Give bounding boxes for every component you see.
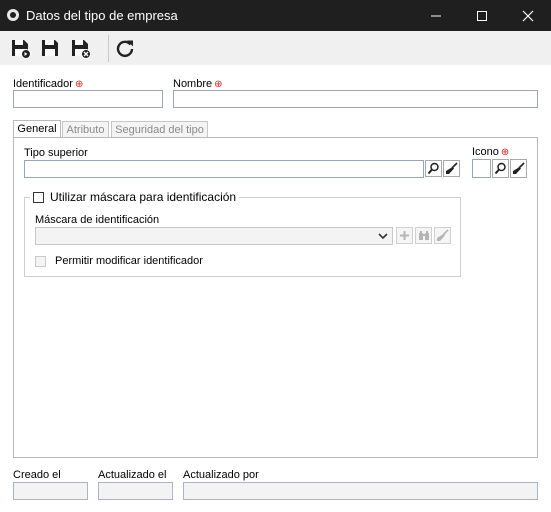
refresh-button[interactable]	[113, 36, 137, 60]
broom-icon	[446, 162, 458, 174]
broom-icon	[437, 229, 449, 241]
required-icon: ⊕	[214, 79, 223, 90]
icon-preview[interactable]	[472, 159, 491, 178]
required-icon: ⊕	[74, 79, 84, 90]
allow-modify-row: Permitir modificar identificador	[35, 255, 203, 267]
updated-by-input	[183, 482, 538, 500]
tipo-superior-search-button[interactable]	[425, 160, 442, 177]
tab-seguridad-del-tipo[interactable]: Seguridad del tipo	[111, 121, 208, 137]
allow-modify-checkbox[interactable]	[35, 255, 46, 267]
broom-icon	[513, 162, 525, 174]
mask-checkbox-label: Utilizar máscara para identificación	[50, 190, 237, 204]
save-and-close-button[interactable]	[68, 36, 92, 60]
window-title: Datos del tipo de empresa	[26, 8, 178, 23]
floppy-plus-icon	[12, 40, 31, 59]
updated-input	[98, 482, 173, 500]
search-icon	[427, 162, 439, 175]
created-label: Creado el	[13, 469, 61, 481]
toolbar-separator	[108, 35, 109, 62]
toolbar	[0, 31, 551, 65]
icono-search-button[interactable]	[492, 159, 509, 178]
close-button[interactable]	[505, 0, 551, 31]
floppy-icon	[42, 40, 58, 56]
maximize-button[interactable]	[459, 0, 505, 31]
close-icon	[522, 10, 534, 21]
tab-panel-general	[13, 137, 538, 458]
minimize-button[interactable]	[413, 0, 459, 31]
app-globe-icon	[7, 9, 19, 21]
nombre-input[interactable]	[173, 90, 538, 108]
created-input	[13, 482, 88, 500]
required-icon: ⊕	[500, 147, 510, 158]
tipo-superior-input[interactable]	[24, 160, 424, 178]
allow-modify-label: Permitir modificar identificador	[55, 255, 203, 267]
save-button[interactable]	[38, 36, 62, 60]
minimize-icon	[431, 15, 441, 16]
binoculars-icon	[418, 231, 429, 240]
tab-general[interactable]: General	[13, 120, 61, 138]
tipo-superior-label: Tipo superior	[24, 147, 88, 159]
floppy-close-icon	[72, 40, 91, 59]
mask-field-label: Máscara de identificación	[35, 214, 160, 226]
save-and-new-button[interactable]	[8, 36, 32, 60]
plus-icon	[400, 231, 409, 240]
search-icon	[494, 162, 506, 175]
icono-label: Icono ⊕	[472, 146, 510, 158]
icono-clear-button[interactable]	[510, 159, 527, 178]
mask-legend: Utilizar máscara para identificación	[30, 189, 240, 205]
mask-binoculars-button[interactable]	[415, 227, 432, 244]
identificador-label: Identificador ⊕	[13, 78, 84, 90]
refresh-icon	[116, 40, 134, 58]
mask-clear-button[interactable]	[434, 227, 451, 244]
nombre-label: Nombre ⊕	[173, 78, 223, 90]
mask-add-button[interactable]	[396, 227, 413, 244]
mask-select[interactable]	[35, 227, 393, 245]
identificador-input[interactable]	[13, 90, 163, 108]
mask-checkbox[interactable]	[33, 191, 44, 203]
tipo-superior-clear-button[interactable]	[443, 160, 460, 177]
tab-atributo[interactable]: Atributo	[62, 121, 109, 137]
chevron-down-icon	[378, 233, 388, 240]
updated-label: Actualizado el	[98, 469, 167, 481]
maximize-icon	[477, 10, 487, 21]
updated-by-label: Actualizado por	[183, 469, 259, 481]
title-bar: Datos del tipo de empresa	[0, 0, 551, 31]
